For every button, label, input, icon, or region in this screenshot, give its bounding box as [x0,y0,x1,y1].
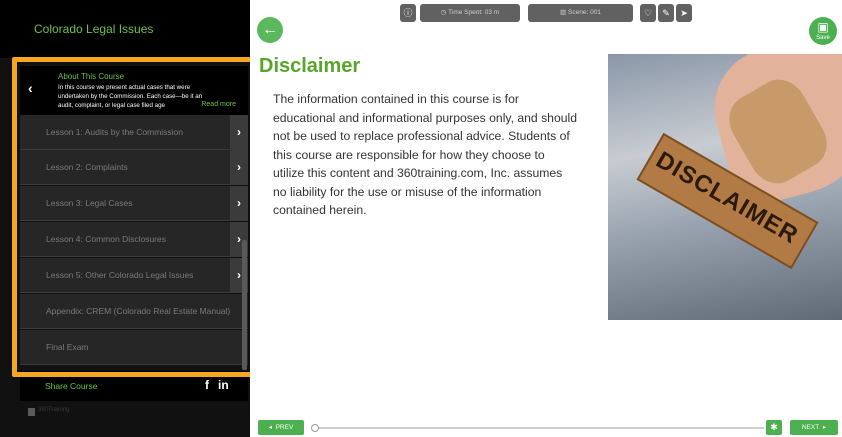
progress-track[interactable] [311,424,764,432]
progress-knob[interactable] [311,424,319,432]
gear-icon[interactable]: ✱ [766,420,782,435]
course-title-bar: Colorado Legal Issues [0,0,250,58]
facebook-icon[interactable]: f [205,378,209,392]
next-label: NEXT [801,424,820,431]
time-spent: ◷ Time Spent: 03 m [420,4,520,22]
save-label: Save [816,35,830,41]
disclaimer-stamp-image: DISCLAIMER [608,54,842,320]
back-arrow-button[interactable]: ← [257,17,283,43]
lesson-content-area: ← ⓘ ◷ Time Spent: 03 m ▥ Scene: 001 ♡ ✎ … [250,0,842,437]
floppy-disk-icon: ▣ [817,20,829,34]
send-icon[interactable]: ➤ [676,4,692,22]
logo-alt-text: 360Training [38,407,70,413]
prev-button[interactable]: ◂ PREV [258,420,304,435]
linkedin-icon[interactable]: in [218,378,229,392]
course-title: Colorado Legal Issues [34,22,154,36]
page-title: Disclaimer [259,55,361,77]
broken-image-icon [28,408,35,416]
disclaimer-text: The information contained in this course… [273,92,577,217]
info-icon[interactable]: ⓘ [400,4,416,22]
prev-label: PREV [275,424,294,431]
share-course-label: Share Course [45,381,98,391]
broken-logo-image: 360Training [28,407,88,419]
next-button[interactable]: NEXT ▸ [790,420,838,435]
time-spent-text: Time Spent: 03 m [448,9,500,16]
scene-text: Scene: 001 [568,9,601,16]
notes-icon[interactable]: ✎ [658,4,674,22]
save-button[interactable]: ▣ Save [809,17,837,45]
scene-counter: ▥ Scene: 001 [528,4,633,22]
highlight-frame [12,57,258,377]
bookmark-icon[interactable]: ♡ [640,4,656,22]
